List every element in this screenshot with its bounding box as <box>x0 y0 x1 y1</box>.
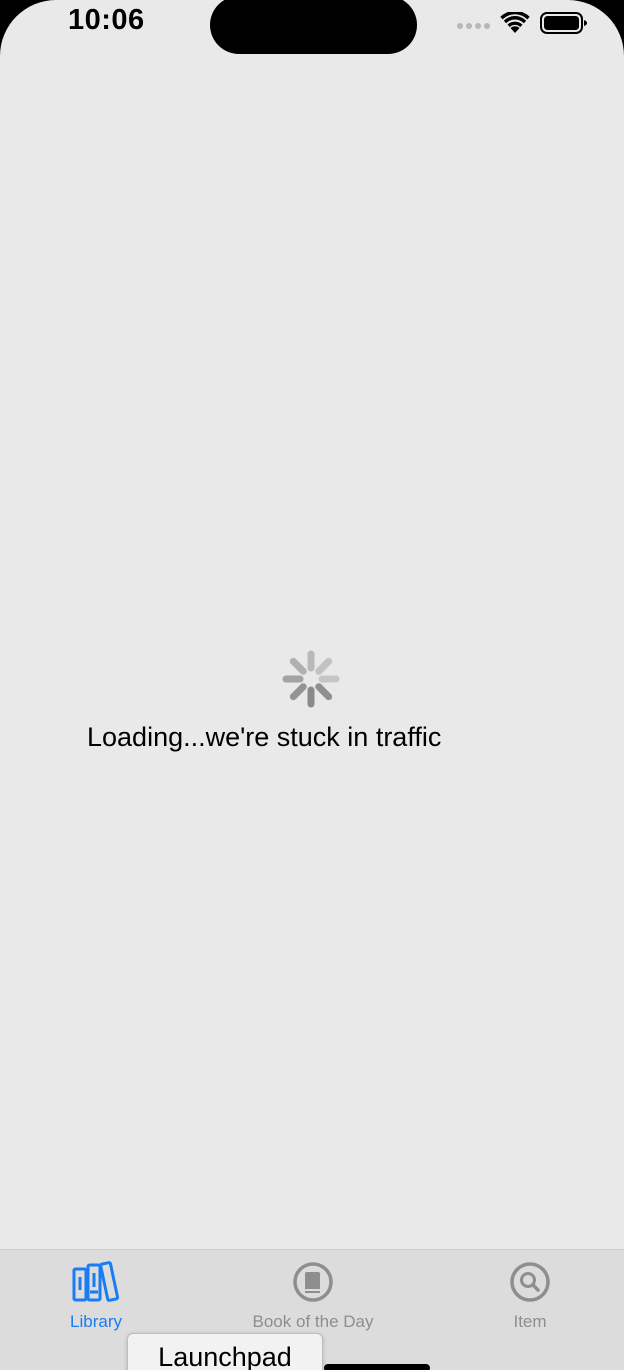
battery-icon <box>540 12 587 34</box>
activity-spinner-icon <box>282 650 340 708</box>
tab-item[interactable]: Item <box>430 1258 624 1332</box>
magnifier-circle-icon <box>509 1258 551 1306</box>
book-circle-icon <box>292 1258 334 1306</box>
cellular-signal-icon <box>457 23 490 29</box>
loading-message: Loading...we're stuck in traffic <box>87 722 442 752</box>
launchpad-tooltip: Launchpad <box>127 1333 323 1370</box>
tab-library[interactable]: Library <box>0 1258 196 1332</box>
tab-item-label: Item <box>513 1312 547 1331</box>
app-screen: 10:06 Loading...we're stuck in traffic L… <box>0 0 624 1370</box>
home-indicator[interactable] <box>324 1364 430 1370</box>
wifi-icon <box>500 12 530 33</box>
dynamic-island <box>210 0 417 54</box>
tab-book-of-the-day[interactable]: Book of the Day <box>213 1258 413 1332</box>
status-indicators <box>457 8 588 38</box>
books-icon <box>72 1258 120 1306</box>
tab-library-label: Library <box>70 1312 122 1331</box>
status-time: 10:06 <box>68 4 145 36</box>
tab-book-of-the-day-label: Book of the Day <box>252 1312 374 1331</box>
